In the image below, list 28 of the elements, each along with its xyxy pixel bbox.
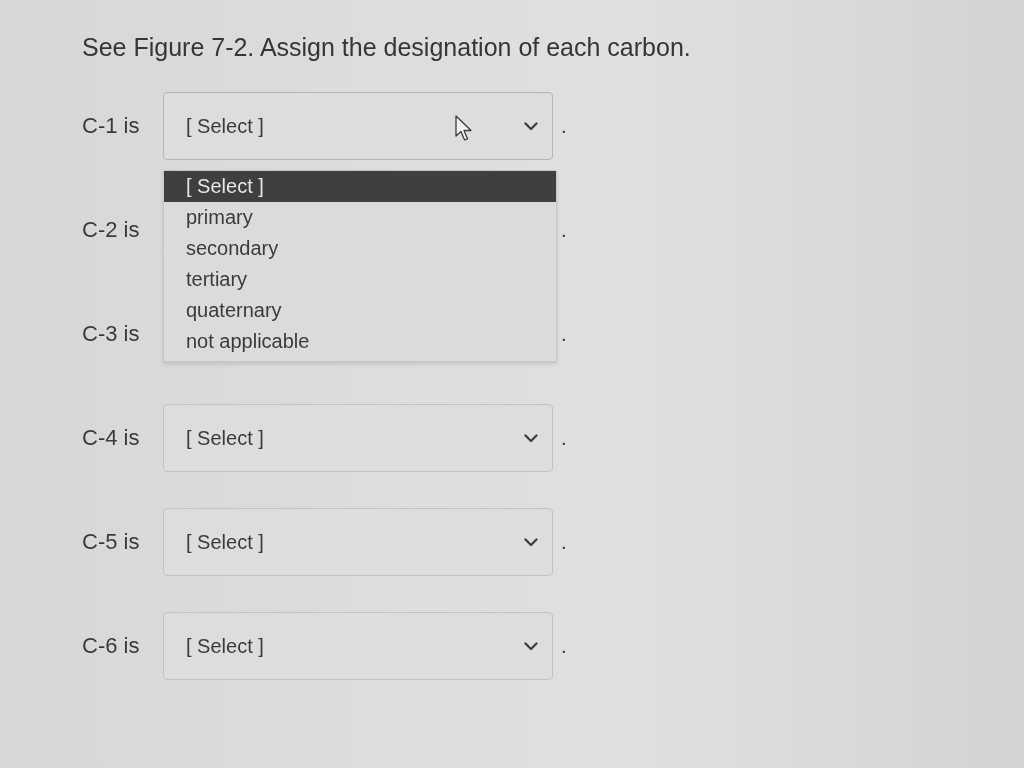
carbon-label: C-2 is [82,217,141,243]
period-text: . [561,634,567,658]
dropdown-option[interactable]: tertiary [164,264,556,295]
carbon-label: C-1 is [82,113,141,139]
question-text: See Figure 7-2. Assign the designation of each carbon. [82,32,692,62]
designation-dropdown[interactable]: [ Select ] [163,92,553,160]
carbon-label: C-4 is [82,425,141,451]
dropdown-option[interactable]: primary [164,202,556,233]
dropdown-option[interactable]: not applicable [164,326,556,357]
period-text: . [561,218,567,242]
designation-dropdown[interactable]: [ Select ] [163,404,553,472]
designation-dropdown[interactable]: [ Select ] [163,508,553,576]
dropdown-option[interactable]: quaternary [164,295,556,326]
carbon-label: C-5 is [82,529,141,555]
chevron-down-icon [524,433,538,443]
chevron-down-icon [524,121,538,131]
period-text: . [561,114,567,138]
carbon-label: C-3 is [82,321,141,347]
carbon-label: C-6 is [82,633,141,659]
chevron-down-icon [524,641,538,651]
chevron-down-icon [524,537,538,547]
designation-dropdown[interactable]: [ Select ] [163,612,553,680]
period-text: . [561,426,567,450]
mouse-pointer-icon [455,115,473,142]
dropdown-option[interactable]: [ Select ] [164,171,556,202]
period-text: . [561,530,567,554]
period-text: . [561,322,567,346]
dropdown-option[interactable]: secondary [164,233,556,264]
